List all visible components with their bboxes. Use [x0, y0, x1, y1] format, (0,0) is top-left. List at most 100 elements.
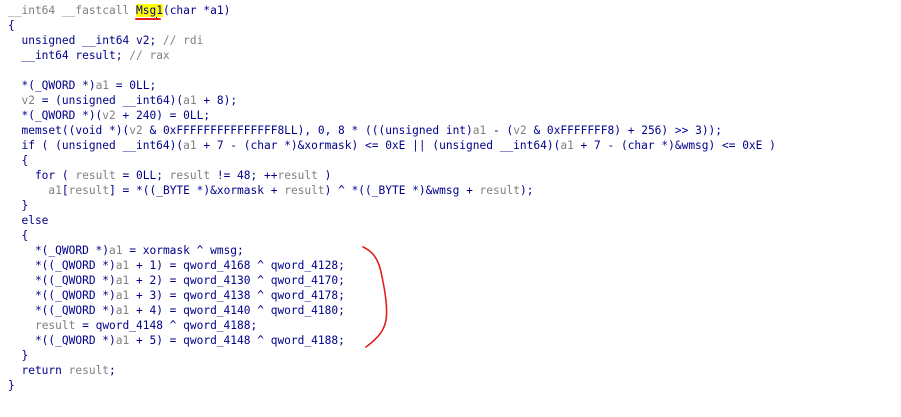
code-token: [	[61, 184, 69, 197]
highlighted-token: Msg	[135, 4, 157, 17]
code-token: memset((void *)(	[8, 124, 130, 137]
code-token: ) ^ *((_BYTE *)&wmsg +	[324, 184, 480, 197]
code-token: + 7 - (char *)&xormask) <= 0xE || (unsig…	[196, 139, 561, 152]
code-token: != 48; ++	[210, 169, 278, 182]
code-line[interactable]: __int64 __fastcall Msg1(char *a1)	[8, 3, 230, 18]
code-token: + 7 - (char *)&wmsg) <= 0xE )	[573, 139, 776, 152]
code-token: *((_QWORD *)	[8, 304, 116, 317]
code-token: + 4) = qword_4140 ^ qword_4180;	[129, 304, 345, 317]
code-token: a1	[183, 94, 197, 107]
code-line[interactable]: else	[8, 213, 48, 228]
code-line[interactable]: if ( (unsigned __int64)(a1 + 7 - (char *…	[8, 138, 776, 153]
code-token: (char *a1)	[162, 4, 231, 17]
code-token: *(_QWORD *)(	[8, 109, 103, 122]
code-token: result	[68, 184, 110, 197]
code-comment: // rdi	[162, 34, 204, 47]
code-token: a1	[109, 244, 123, 257]
code-token: = 0LL;	[109, 79, 157, 92]
code-token: return	[8, 364, 69, 377]
code-token: & 0xFFFFFFFFFFFFFFF8LL), 0, 8 * (((unsig…	[142, 124, 473, 137]
code-line[interactable]: }	[8, 348, 28, 363]
code-token: {	[8, 19, 15, 32]
code-token: a1	[115, 304, 130, 317]
code-token: a1	[115, 334, 130, 347]
code-comment: // rax	[129, 49, 170, 62]
code-token: a1	[560, 139, 574, 152]
code-token: - (	[486, 124, 514, 137]
code-line[interactable]: *((_QWORD *)a1 + 1) = qword_4168 ^ qword…	[8, 258, 345, 273]
code-token: for (	[8, 169, 76, 182]
code-token: = (unsigned __int64)(	[34, 94, 184, 107]
code-line[interactable]: *(_QWORD *)a1 = 0LL;	[8, 78, 156, 93]
code-token: & 0xFFFFFFF8) + 256) >> 3));	[526, 124, 723, 137]
code-token: }	[8, 199, 29, 212]
code-token: result	[169, 169, 211, 182]
code-line[interactable]: *((_QWORD *)a1 + 5) = qword_4148 ^ qword…	[8, 333, 345, 348]
code-line[interactable]: a1[result] = *((_BYTE *)&xormask + resul…	[8, 183, 533, 198]
code-line[interactable]: *(_QWORD *)(v2 + 240) = 0LL;	[8, 108, 210, 123]
code-token: ;	[109, 364, 116, 377]
code-token: + 8);	[196, 94, 238, 107]
code-line[interactable]: for ( result = 0LL; result != 48; ++resu…	[8, 168, 331, 183]
code-token: + 240) = 0LL;	[115, 109, 211, 122]
code-token: result	[75, 169, 116, 182]
code-token: {	[8, 154, 29, 167]
code-line[interactable]: __int64 result; // rax	[8, 48, 170, 63]
code-line[interactable]: {	[8, 153, 28, 168]
code-token: = qword_4148 ^ qword_4188;	[75, 319, 258, 332]
code-token: + 3) = qword_4138 ^ qword_4178;	[129, 289, 345, 302]
code-line[interactable]: {	[8, 228, 28, 243]
code-token: a1	[95, 79, 110, 92]
code-token: v2	[21, 94, 35, 107]
code-line[interactable]: *((_QWORD *)a1 + 3) = qword_4138 ^ qword…	[8, 288, 345, 303]
code-line[interactable]: }	[8, 378, 15, 393]
code-line[interactable]: unsigned __int64 v2; // rdi	[8, 33, 203, 48]
code-token: ] = *((_BYTE *)&xormask +	[109, 184, 285, 197]
code-token: *(_QWORD *)	[8, 79, 96, 92]
code-token: v2	[513, 124, 527, 137]
code-token: }	[8, 379, 15, 392]
code-token: *((_QWORD *)	[8, 259, 116, 272]
code-line[interactable]: *((_QWORD *)a1 + 2) = qword_4130 ^ qword…	[8, 273, 345, 288]
code-line[interactable]: memset((void *)(v2 & 0xFFFFFFFFFFFFFFF8L…	[8, 123, 722, 138]
code-token: __int64 result;	[8, 49, 130, 62]
code-token: result	[68, 364, 110, 377]
code-token: __int64 __fastcall	[8, 4, 136, 17]
code-line[interactable]: result = qword_4148 ^ qword_4188;	[8, 318, 257, 333]
code-token: {	[8, 229, 29, 242]
code-token: }	[8, 349, 29, 362]
code-token: else	[8, 214, 49, 227]
code-token: *((_QWORD *)	[8, 289, 116, 302]
code-token: a1	[115, 274, 130, 287]
code-token: );	[519, 184, 534, 197]
pseudocode-view[interactable]: __int64 __fastcall Msg1(char *a1){ unsig…	[0, 0, 901, 417]
code-token: result	[479, 184, 520, 197]
code-line[interactable]: *((_QWORD *)a1 + 4) = qword_4140 ^ qword…	[8, 303, 345, 318]
code-token: *((_QWORD *)	[8, 274, 116, 287]
code-line[interactable]: *(_QWORD *)a1 = xormask ^ wmsg;	[8, 243, 244, 258]
code-token: if ( (unsigned __int64)(	[8, 139, 184, 152]
code-line[interactable]: {	[8, 18, 15, 33]
highlighted-token: 1	[156, 4, 163, 17]
code-token: a1	[115, 289, 130, 302]
code-token: a1	[183, 139, 197, 152]
code-token: result	[277, 169, 318, 182]
code-token: = xormask ^ wmsg;	[122, 244, 244, 257]
code-token: result	[284, 184, 325, 197]
code-token: + 2) = qword_4130 ^ qword_4170;	[129, 274, 345, 287]
code-token: *(_QWORD *)	[8, 244, 110, 257]
code-token: v2	[129, 124, 143, 137]
code-line[interactable]: }	[8, 198, 28, 213]
code-token: unsigned __int64 v2;	[8, 34, 163, 47]
code-token: *((_QWORD *)	[8, 334, 116, 347]
code-token: = 0LL;	[115, 169, 170, 182]
code-token: a1	[115, 259, 130, 272]
code-line[interactable]: return result;	[8, 363, 116, 378]
code-token: a1	[472, 124, 487, 137]
code-token: + 5) = qword_4148 ^ qword_4188;	[129, 334, 345, 347]
code-token: )	[317, 169, 332, 182]
code-line[interactable]: v2 = (unsigned __int64)(a1 + 8);	[8, 93, 237, 108]
